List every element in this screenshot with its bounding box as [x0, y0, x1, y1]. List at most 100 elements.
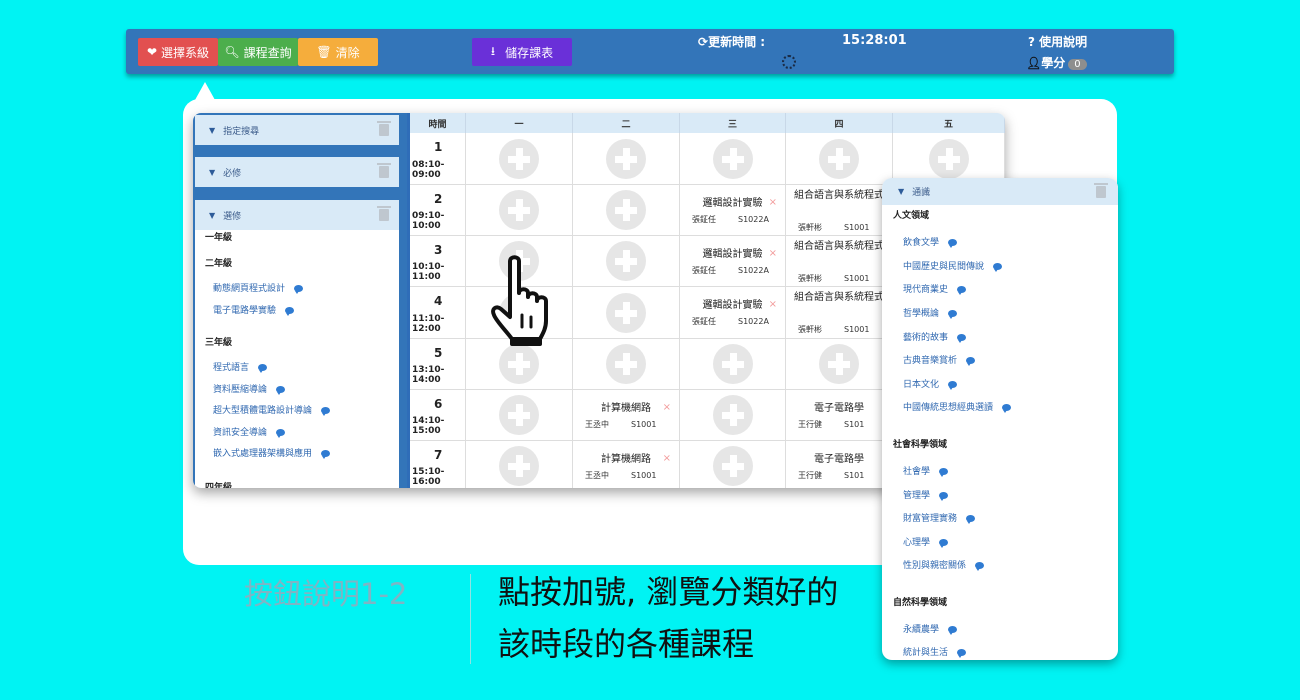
plus-circle-icon[interactable] [928, 138, 969, 179]
course-cell[interactable]: 邏輯設計實驗 張鉦任 S1022A × [680, 236, 786, 287]
list-item[interactable]: 現代商業史 [903, 282, 967, 295]
timetable-cell[interactable] [573, 339, 680, 390]
comment-icon[interactable] [948, 239, 958, 248]
timetable-cell[interactable] [680, 133, 786, 185]
timetable-cell[interactable] [573, 236, 680, 287]
comment-icon[interactable] [321, 407, 331, 416]
comment-icon[interactable] [957, 334, 967, 343]
timetable-cell[interactable] [466, 390, 573, 441]
select-department-button[interactable]: ❤ 選擇系級 [138, 38, 218, 66]
course-cell[interactable]: 邏輯設計實驗 張鉦任 S1022A × [680, 287, 786, 339]
trash-icon[interactable] [1094, 183, 1108, 198]
list-item[interactable]: 電子電路學實驗 [213, 303, 295, 316]
list-item[interactable]: 中國歷史與民間傳說 [903, 259, 1003, 272]
plus-circle-icon[interactable] [499, 138, 539, 179]
list-item[interactable]: 動態網頁程式設計 [213, 281, 304, 294]
comment-icon[interactable] [1002, 404, 1012, 413]
comment-icon[interactable] [276, 386, 286, 395]
comment-icon[interactable] [957, 649, 967, 658]
list-item[interactable]: 程式語言 [213, 360, 268, 373]
timetable-cell[interactable] [786, 133, 893, 185]
timetable-cell[interactable] [786, 339, 893, 390]
trash-icon[interactable] [377, 163, 391, 178]
comment-icon[interactable] [321, 450, 331, 459]
comment-icon[interactable] [276, 429, 286, 438]
plus-circle-icon[interactable] [606, 344, 646, 384]
trash-icon[interactable] [377, 121, 391, 136]
plus-circle-icon[interactable] [712, 138, 753, 179]
plus-circle-icon[interactable] [499, 446, 539, 486]
timetable-cell[interactable] [680, 390, 786, 441]
comment-icon[interactable] [993, 263, 1003, 272]
list-item[interactable]: 古典音樂賞析 [903, 353, 976, 366]
remove-course-button[interactable]: × [663, 402, 671, 413]
plus-circle-icon[interactable] [606, 241, 646, 281]
timetable-cell[interactable] [680, 339, 786, 390]
timetable-cell[interactable] [466, 133, 573, 185]
plus-circle-icon[interactable] [499, 190, 539, 230]
plus-circle-icon[interactable] [606, 190, 646, 230]
section-elective[interactable]: ▼ 選修 [195, 200, 399, 230]
list-item[interactable]: 心理學 [903, 535, 949, 548]
timetable-cell[interactable] [680, 441, 786, 488]
remove-course-button[interactable]: × [769, 197, 777, 208]
list-item[interactable]: 日本文化 [903, 377, 958, 390]
list-item[interactable]: 社會學 [903, 464, 949, 477]
remove-course-button[interactable]: × [663, 453, 671, 464]
course-query-button[interactable]: 🔍︎ 課程查詢 [218, 38, 298, 66]
timetable-cell[interactable] [573, 287, 680, 339]
course-cell[interactable]: 計算機網路 王丞中 S1001 × [573, 390, 680, 441]
timetable-cell[interactable] [573, 185, 680, 236]
list-item[interactable]: 藝術的故事 [903, 330, 967, 343]
course-cell[interactable]: 計算機網路 王丞中 S1001 × [573, 441, 680, 488]
list-item[interactable]: 飲食文學 [903, 235, 958, 248]
remove-course-button[interactable]: × [769, 248, 777, 259]
save-timetable-button[interactable]: ⭳ 儲存課表 [472, 38, 572, 66]
list-item[interactable]: 超大型積體電路設計導論 [213, 403, 331, 416]
list-item[interactable]: 永續農學 [903, 622, 958, 635]
plus-circle-icon[interactable] [499, 395, 539, 435]
plus-circle-icon[interactable] [712, 344, 753, 384]
course-cell[interactable]: 電子電路學 王行健 S101 [786, 441, 893, 488]
plus-circle-icon[interactable] [819, 138, 859, 179]
trash-icon[interactable] [377, 206, 391, 221]
plus-circle-icon[interactable] [499, 344, 539, 384]
plus-circle-icon[interactable] [712, 446, 753, 486]
comment-icon[interactable] [285, 307, 295, 316]
list-item[interactable]: 哲學概論 [903, 306, 958, 319]
timetable-cell[interactable] [466, 441, 573, 488]
comment-icon[interactable] [294, 285, 304, 294]
comment-icon[interactable] [966, 515, 976, 524]
list-item[interactable]: 嵌入式處理器架構與應用 [213, 446, 331, 459]
remove-course-button[interactable]: × [769, 299, 777, 310]
timetable-cell[interactable] [466, 185, 573, 236]
section-designated-search[interactable]: ▼ 指定搜尋 [195, 115, 399, 145]
comment-icon[interactable] [948, 310, 958, 319]
clear-button[interactable]: 🗑︎ 清除 [298, 38, 378, 66]
refresh-icon[interactable]: ⟳ [698, 35, 708, 49]
list-item[interactable]: 性別與親密關係 [903, 558, 985, 571]
course-cell[interactable]: 組合語言與系統程式 張軒彬 S1001 [786, 287, 893, 339]
list-item[interactable]: 中國傳統思想經典選讀 [903, 400, 1012, 413]
comment-icon[interactable] [948, 626, 958, 635]
list-item[interactable]: 管理學 [903, 488, 949, 501]
course-cell[interactable]: 電子電路學 王行健 S101 [786, 390, 893, 441]
comment-icon[interactable] [948, 381, 958, 390]
comment-icon[interactable] [975, 562, 985, 571]
list-item[interactable]: 統計與生活 [903, 645, 967, 658]
comment-icon[interactable] [939, 539, 949, 548]
course-cell[interactable]: 組合語言與系統程式 張軒彬 S1001 [786, 185, 893, 236]
comment-icon[interactable] [957, 286, 967, 295]
list-item[interactable]: 資訊安全導論 [213, 425, 286, 438]
plus-circle-icon[interactable] [819, 344, 859, 384]
section-required[interactable]: ▼ 必修 [195, 157, 399, 187]
comment-icon[interactable] [258, 364, 268, 373]
course-cell[interactable]: 組合語言與系統程式 張軒彬 S1001 [786, 236, 893, 287]
comment-icon[interactable] [966, 357, 976, 366]
plus-circle-icon[interactable] [606, 292, 646, 333]
plus-circle-icon[interactable] [712, 395, 753, 435]
plus-circle-icon[interactable] [606, 138, 646, 179]
list-item[interactable]: 財富管理實務 [903, 511, 976, 524]
section-general-ed[interactable]: ▼ 通識 [882, 178, 1118, 205]
comment-icon[interactable] [939, 468, 949, 477]
